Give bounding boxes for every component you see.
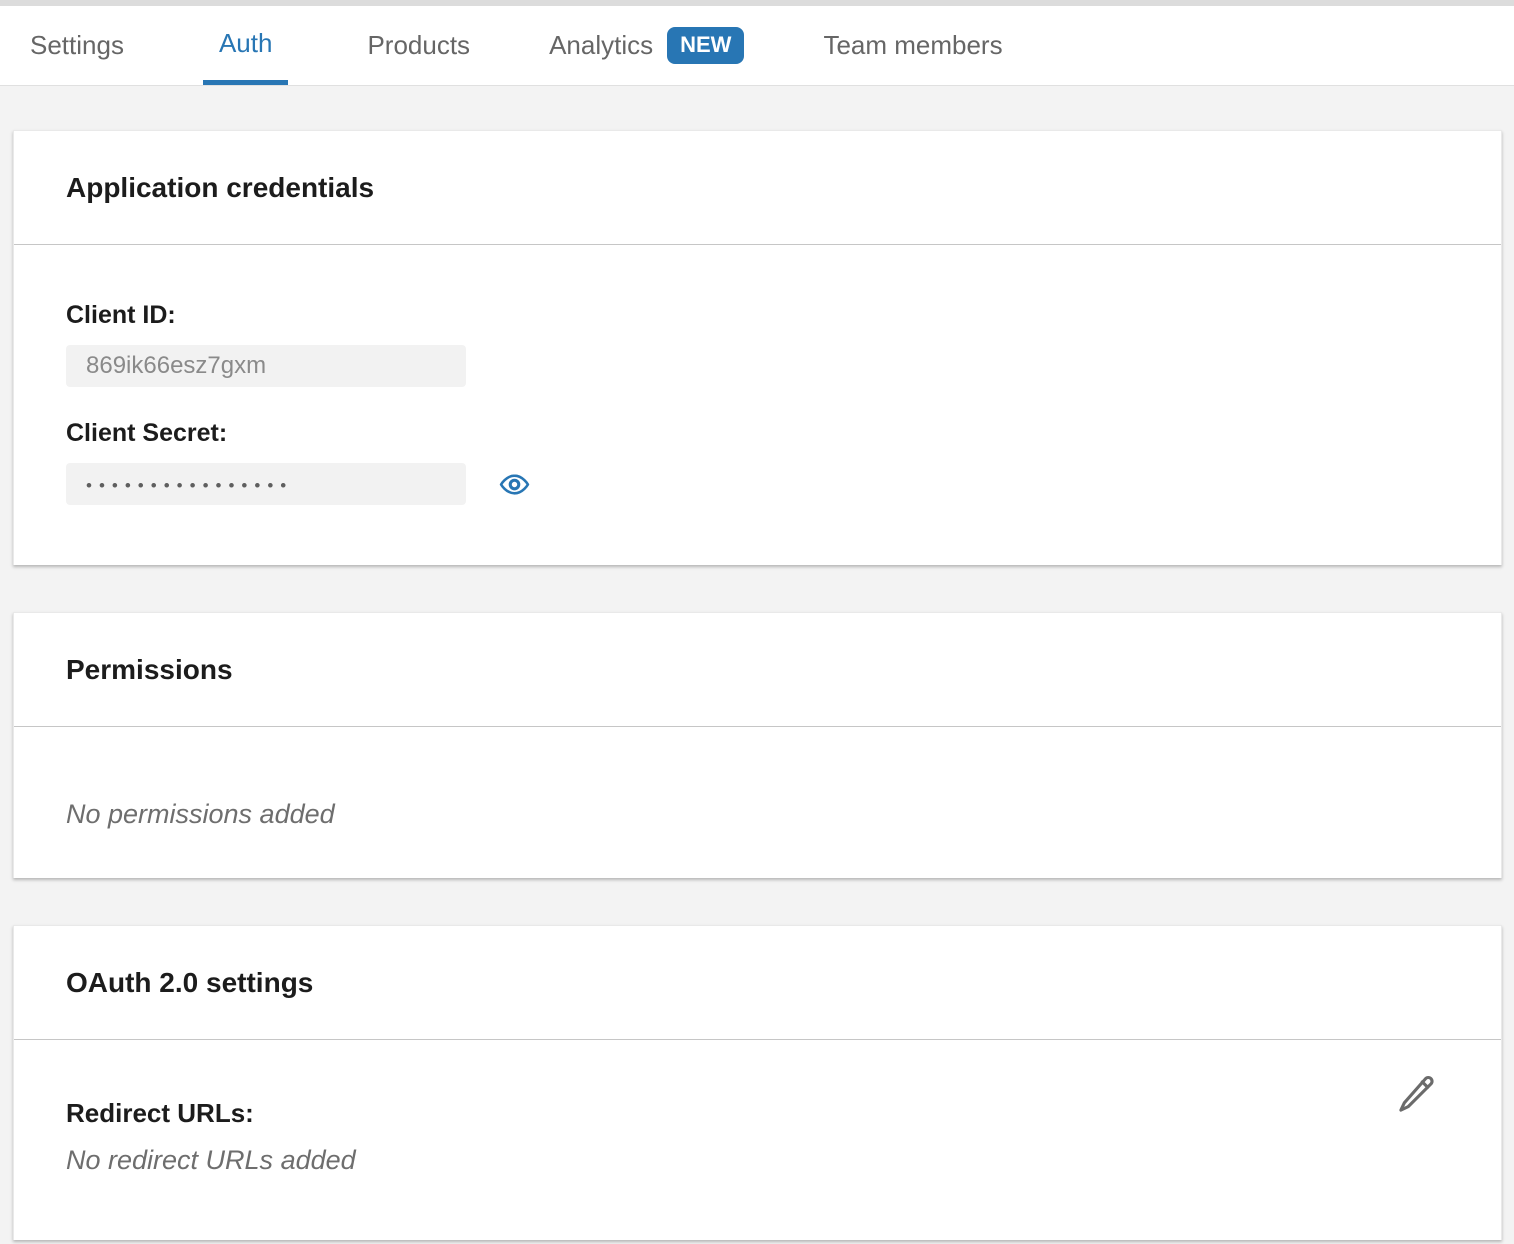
oauth-settings-title: OAuth 2.0 settings [66,967,313,999]
tab-settings[interactable]: Settings [30,6,124,85]
permissions-header: Permissions [14,613,1501,727]
tab-analytics-label: Analytics [549,30,653,61]
auth-tab-content: Application credentials Client ID: Clien… [0,86,1514,1240]
application-credentials-title: Application credentials [66,172,374,204]
oauth-settings-body: Redirect URLs: No redirect URLs added [14,1040,1501,1240]
permissions-empty-text: No permissions added [66,799,1449,830]
client-secret-label: Client Secret: [66,419,1449,448]
tab-team-members-label: Team members [823,30,1002,61]
tab-settings-label: Settings [30,30,124,61]
oauth-settings-card: OAuth 2.0 settings Redirect URLs: No red… [13,925,1502,1240]
edit-redirect-urls-button[interactable] [1395,1072,1439,1116]
tab-products[interactable]: Products [367,6,470,85]
tab-analytics[interactable]: Analytics NEW [549,6,744,85]
tab-auth[interactable]: Auth [203,6,289,85]
oauth-settings-header: OAuth 2.0 settings [14,926,1501,1040]
redirect-urls-label: Redirect URLs: [66,1098,1449,1129]
client-id-label: Client ID: [66,301,1449,330]
new-badge: NEW [667,27,744,64]
client-id-field[interactable] [66,345,466,387]
application-credentials-body: Client ID: Client Secret: [14,245,1501,565]
eye-icon [499,469,530,500]
app-tab-bar: Settings Auth Products Analytics NEW Tea… [0,6,1514,86]
tab-products-label: Products [367,30,470,61]
tab-team-members[interactable]: Team members [823,6,1002,85]
client-secret-field[interactable] [66,463,466,505]
permissions-title: Permissions [66,654,233,686]
client-secret-row [66,463,1449,505]
permissions-body: No permissions added [14,727,1501,878]
application-credentials-card: Application credentials Client ID: Clien… [13,130,1502,565]
application-credentials-header: Application credentials [14,131,1501,245]
tab-auth-label: Auth [219,28,273,59]
redirect-urls-empty-text: No redirect URLs added [66,1145,1449,1176]
permissions-card: Permissions No permissions added [13,612,1502,878]
reveal-secret-button[interactable] [499,469,530,500]
pencil-icon [1395,1072,1439,1116]
